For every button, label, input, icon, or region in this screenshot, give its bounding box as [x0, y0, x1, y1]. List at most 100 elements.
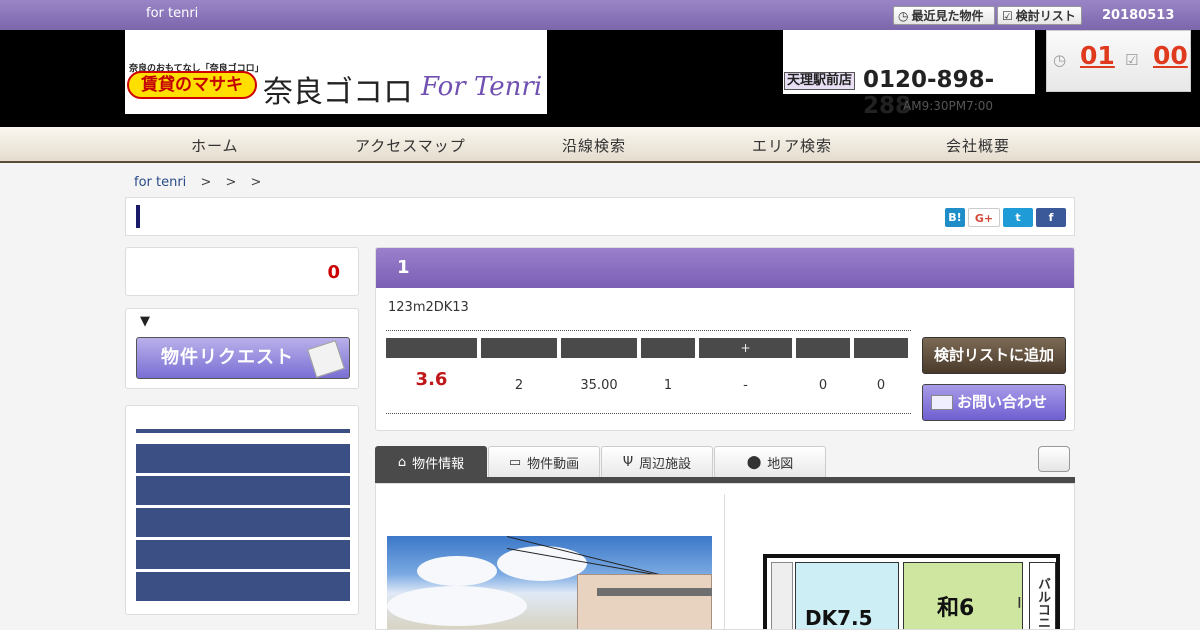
sidebar-menu-item[interactable] — [136, 540, 350, 569]
sidebar-menu-item[interactable] — [136, 572, 350, 601]
sidebar-menu-item[interactable] — [136, 444, 350, 473]
utensils-icon: Ψ — [622, 454, 634, 470]
breadcrumb: for tenri > > > — [134, 175, 261, 190]
logo-main-text: 奈良ゴコロ — [263, 75, 413, 110]
site-name[interactable]: for tenri — [146, 6, 198, 21]
hatena-share-button[interactable]: B! — [945, 208, 965, 227]
clock-icon: ◷ — [898, 8, 909, 23]
business-hours: AM9:30PM7:00 — [903, 99, 994, 113]
column-divider — [724, 494, 725, 629]
tab-property-video[interactable]: ▭ 物件動画 — [488, 446, 600, 477]
spec-header — [386, 338, 477, 358]
floorplan-balcony: バルコニー — [1010, 562, 1056, 629]
date-display: 20180513 — [1102, 8, 1175, 23]
breadcrumb-separator: > — [250, 175, 262, 190]
home-icon: ⌂ — [397, 454, 407, 470]
breadcrumb-separator: > — [200, 175, 212, 190]
contact-label: お問い合わせ — [957, 393, 1048, 411]
breadcrumb-home[interactable]: for tenri — [134, 175, 186, 190]
contact-button[interactable]: お問い合わせ — [922, 384, 1066, 421]
spec-header — [561, 338, 637, 358]
tab-label: 物件情報 — [412, 456, 465, 472]
facebook-share-button[interactable]: f — [1036, 208, 1066, 227]
property-header: 1 — [376, 248, 1074, 288]
top-bar: for tenri ◷ 最近見た物件 ☑ 検討リスト 20180513 — [0, 0, 1200, 30]
property-request-button[interactable]: 物件リクエスト — [136, 337, 350, 379]
spec-value: 1 — [663, 378, 673, 393]
document-icon — [307, 340, 345, 378]
consider-count[interactable]: 00 — [1153, 41, 1188, 70]
sidebar-menu-item[interactable] — [136, 508, 350, 537]
recent-viewed-label: 最近見た物件 — [911, 9, 984, 23]
building-railing — [597, 588, 712, 596]
divider — [386, 330, 911, 331]
property-summary: 123m2DK13 — [388, 300, 469, 315]
logo[interactable]: 奈良のおもてなし「奈良ゴコロ」 賃貸のマサキ 奈良ゴコロ For Tenri — [125, 30, 547, 114]
property-detail: バルコニー DK7.5 和6 — [375, 483, 1075, 630]
tab-label: 地図 — [767, 456, 794, 472]
spec-header — [481, 338, 557, 358]
logo-badge: 賃貸のマサキ — [127, 71, 257, 99]
property-info-panel: 1 123m2DK13 + 3.6 2 35.00 1 - 0 0 検討リストに… — [375, 247, 1075, 431]
page-title-bar: B! G+ t f — [125, 197, 1075, 236]
spec-value: 0 — [876, 378, 886, 393]
apartment-building — [577, 574, 712, 629]
spec-value: - — [743, 378, 748, 393]
recent-viewed-button[interactable]: ◷ 最近見た物件 — [893, 6, 995, 25]
tab-label: 周辺施設 — [639, 456, 692, 472]
spec-value: 0 — [818, 378, 828, 393]
floorplan-dk-label: DK7.5 — [805, 606, 873, 630]
branch-label: 天理駅前店 — [784, 72, 856, 90]
recent-count[interactable]: 01 — [1080, 41, 1115, 70]
sidebar-menu — [125, 405, 359, 615]
spec-header — [796, 338, 850, 358]
consider-list-label: 検討リスト — [1015, 9, 1076, 23]
spec-header — [854, 338, 908, 358]
request-toggle[interactable]: ▼ — [140, 314, 150, 329]
nav-line-search[interactable]: 沿線検索 — [562, 135, 626, 156]
nav-company[interactable]: 会社概要 — [946, 135, 1010, 156]
divider — [386, 413, 911, 414]
checkbox-icon: ☑ — [1125, 51, 1139, 69]
tv-icon: ▭ — [508, 454, 522, 470]
sidebar-count-box: 0 — [125, 247, 359, 296]
spec-value: 2 — [514, 378, 524, 393]
nav-home[interactable]: ホーム — [191, 135, 239, 156]
property-photo[interactable] — [387, 536, 712, 629]
mail-icon — [931, 395, 953, 410]
title-accent — [136, 205, 140, 228]
rent-value: 3.6 — [415, 369, 448, 390]
sidebar-menu-item[interactable] — [136, 476, 350, 505]
logo-script-text: For Tenri — [421, 72, 543, 102]
breadcrumb-separator: > — [225, 175, 237, 190]
tab-nearby-facilities[interactable]: Ψ 周辺施設 — [601, 446, 713, 477]
floorplan-washitsu-label: 和6 — [937, 596, 975, 621]
clock-icon: ◷ — [1053, 51, 1067, 69]
tab-property-info[interactable]: ⌂ 物件情報 — [375, 446, 487, 477]
nav-area-search[interactable]: エリア検索 — [752, 135, 832, 156]
spec-value: 35.00 — [580, 378, 618, 393]
property-request-label: 物件リクエスト — [161, 347, 294, 368]
consider-list-button[interactable]: ☑ 検討リスト — [997, 6, 1082, 25]
cloud-shape — [497, 546, 587, 581]
cloud-shape — [417, 556, 497, 586]
tab-label: 物件動画 — [527, 456, 580, 472]
floorplan-entrance — [771, 562, 793, 629]
phone-box: 天理駅前店 0120-898-288 — [783, 30, 1035, 119]
map-pin-icon: ⬤ — [746, 454, 762, 470]
sidebar-count: 0 — [327, 262, 340, 283]
spec-header — [641, 338, 695, 358]
cloud-shape — [387, 586, 527, 626]
counter-box: ◷ 01 ☑ 00 — [1046, 30, 1191, 92]
menu-divider — [136, 429, 350, 433]
add-to-list-button[interactable]: 検討リストに追加 — [922, 337, 1066, 374]
print-button[interactable] — [1038, 446, 1070, 472]
tab-map[interactable]: ⬤ 地図 — [714, 446, 826, 477]
nav-access-map[interactable]: アクセスマップ — [355, 135, 466, 156]
google-plus-share-button[interactable]: G+ — [968, 208, 1000, 227]
checkbox-icon: ☑ — [1002, 8, 1013, 23]
floor-plan[interactable]: バルコニー DK7.5 和6 — [763, 554, 1060, 630]
twitter-share-button[interactable]: t — [1003, 208, 1033, 227]
property-number: 1 — [397, 257, 410, 278]
spec-header: + — [699, 338, 792, 358]
